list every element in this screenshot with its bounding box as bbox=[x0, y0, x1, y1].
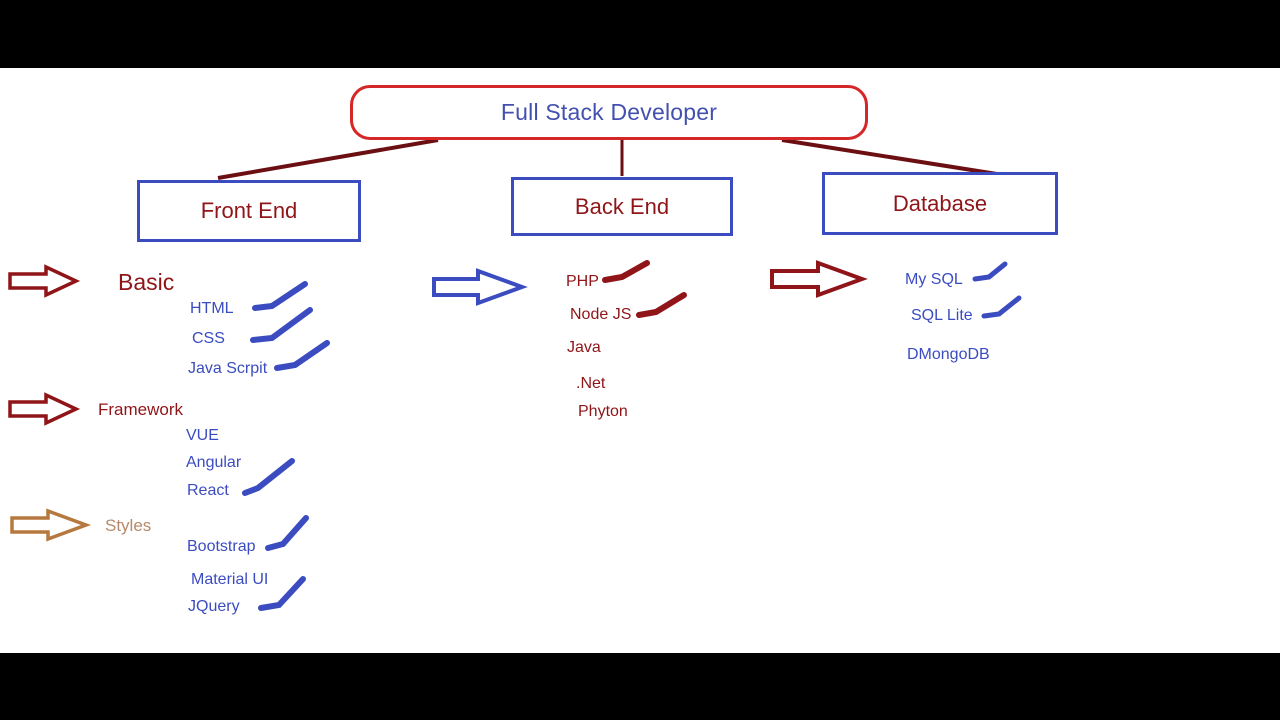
letterbox-bar-bottom bbox=[0, 653, 1280, 720]
check-icon-php bbox=[602, 260, 650, 283]
list-item-bootstrap[interactable]: Bootstrap bbox=[187, 539, 255, 555]
screenshot-root: Full Stack Developer Front End Back End … bbox=[0, 0, 1280, 720]
list-item-html[interactable]: HTML bbox=[190, 301, 234, 317]
list-item-css[interactable]: CSS bbox=[192, 331, 225, 347]
list-item-my-sql[interactable]: My SQL bbox=[905, 272, 963, 288]
group-label-framework: Framework bbox=[98, 400, 184, 419]
arrow-icon-database bbox=[770, 260, 868, 298]
group-label-styles: Styles bbox=[105, 516, 152, 535]
check-icon-html bbox=[252, 281, 308, 311]
node-front-end[interactable]: Front End bbox=[137, 180, 361, 242]
arrow-icon-styles bbox=[10, 508, 92, 542]
list-item-node-js[interactable]: Node JS bbox=[570, 307, 631, 323]
list-item-angular[interactable]: Angular bbox=[186, 455, 241, 471]
check-icon-sql-lite bbox=[981, 295, 1022, 319]
check-icon-css bbox=[250, 307, 313, 343]
node-label: Full Stack Developer bbox=[500, 99, 718, 125]
check-icon-java-script bbox=[274, 340, 330, 371]
list-item-material-ui[interactable]: Material UI bbox=[191, 572, 268, 588]
arrow-icon-basic bbox=[8, 264, 81, 298]
node-full-stack-developer[interactable]: Full Stack Developer bbox=[350, 85, 868, 140]
arrow-icon-back-end bbox=[432, 268, 528, 306]
list-item-java[interactable]: Java bbox=[567, 340, 601, 356]
list-item-dmongodb[interactable]: DMongoDB bbox=[907, 347, 990, 363]
list-item-php[interactable]: PHP bbox=[566, 274, 599, 290]
list-item-sql-lite[interactable]: SQL Lite bbox=[911, 308, 973, 324]
list-item-phyton[interactable]: Phyton bbox=[578, 404, 628, 420]
letterbox-bar-top bbox=[0, 0, 1280, 68]
list-item-dotnet[interactable]: .Net bbox=[576, 376, 605, 392]
check-icon-node-js bbox=[636, 292, 687, 318]
diagram-canvas: Full Stack Developer Front End Back End … bbox=[0, 68, 1280, 653]
node-back-end[interactable]: Back End bbox=[511, 177, 733, 236]
check-icon-react bbox=[242, 458, 295, 496]
arrow-icon-framework bbox=[8, 392, 81, 426]
group-label-basic: Basic bbox=[118, 269, 175, 295]
check-icon-my-sql bbox=[972, 261, 1008, 282]
list-item-jquery[interactable]: JQuery bbox=[188, 599, 240, 615]
node-label: Back End bbox=[574, 193, 670, 219]
check-icon-bootstrap bbox=[265, 515, 309, 551]
list-item-react[interactable]: React bbox=[187, 483, 229, 499]
list-item-vue[interactable]: VUE bbox=[186, 428, 219, 444]
node-label: Front End bbox=[200, 198, 298, 223]
node-database[interactable]: Database bbox=[822, 172, 1058, 235]
node-label: Database bbox=[892, 190, 988, 216]
list-item-java-script[interactable]: Java Scrpit bbox=[188, 361, 267, 377]
